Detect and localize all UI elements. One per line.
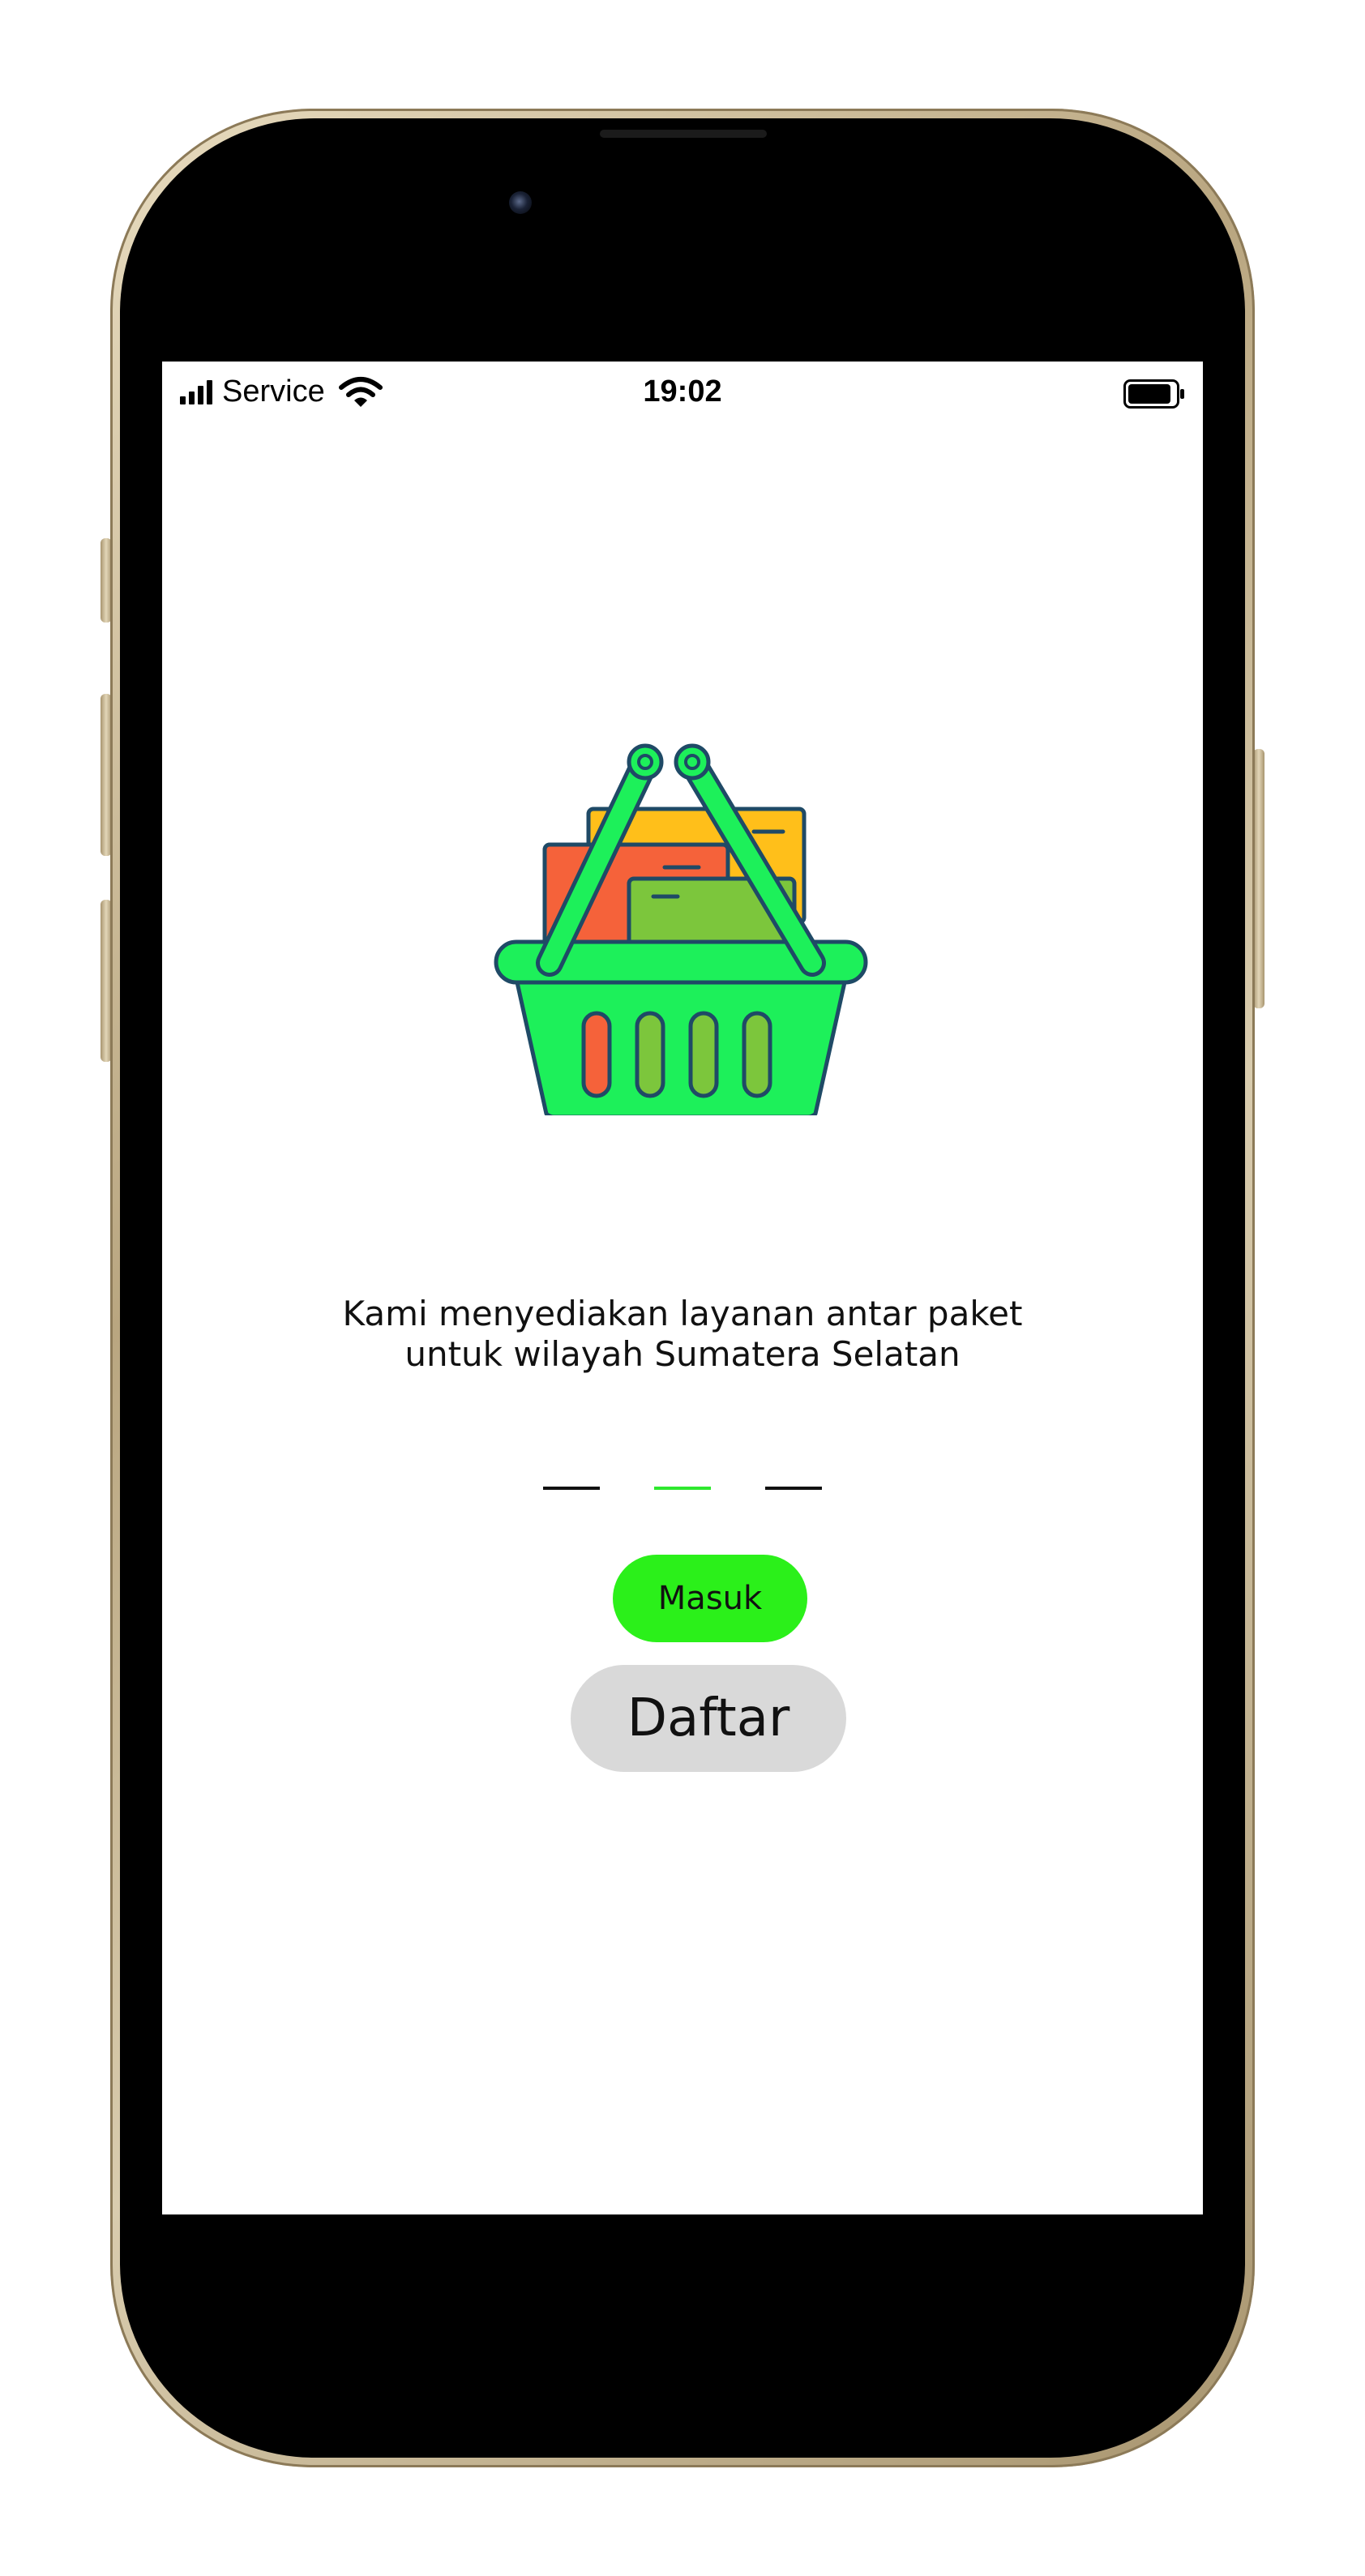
register-button[interactable]: Daftar [571, 1665, 846, 1772]
page-indicator-dot-1[interactable] [543, 1487, 600, 1490]
status-bar: Service 19:02 [162, 362, 1203, 423]
battery-icon [1123, 379, 1184, 409]
power-button [1253, 749, 1264, 1008]
page-indicator-dot-2[interactable] [654, 1487, 711, 1490]
shopping-basket-icon [494, 743, 868, 1115]
onboarding-tagline: Kami menyediakan layanan antar paket unt… [243, 1294, 1122, 1375]
earpiece-speaker [600, 130, 767, 138]
login-button[interactable]: Masuk [613, 1555, 807, 1642]
front-camera [509, 191, 532, 214]
page-indicator [543, 1487, 822, 1490]
app-screen: Service 19:02 Kami menyediakan layanan a… [162, 362, 1203, 2214]
notch [469, 159, 898, 258]
tagline-line-2: untuk wilayah Sumatera Selatan [404, 1334, 961, 1374]
page-indicator-dot-3[interactable] [765, 1487, 822, 1490]
tagline-line-1: Kami menyediakan layanan antar paket [342, 1294, 1023, 1333]
status-time: 19:02 [643, 374, 722, 409]
